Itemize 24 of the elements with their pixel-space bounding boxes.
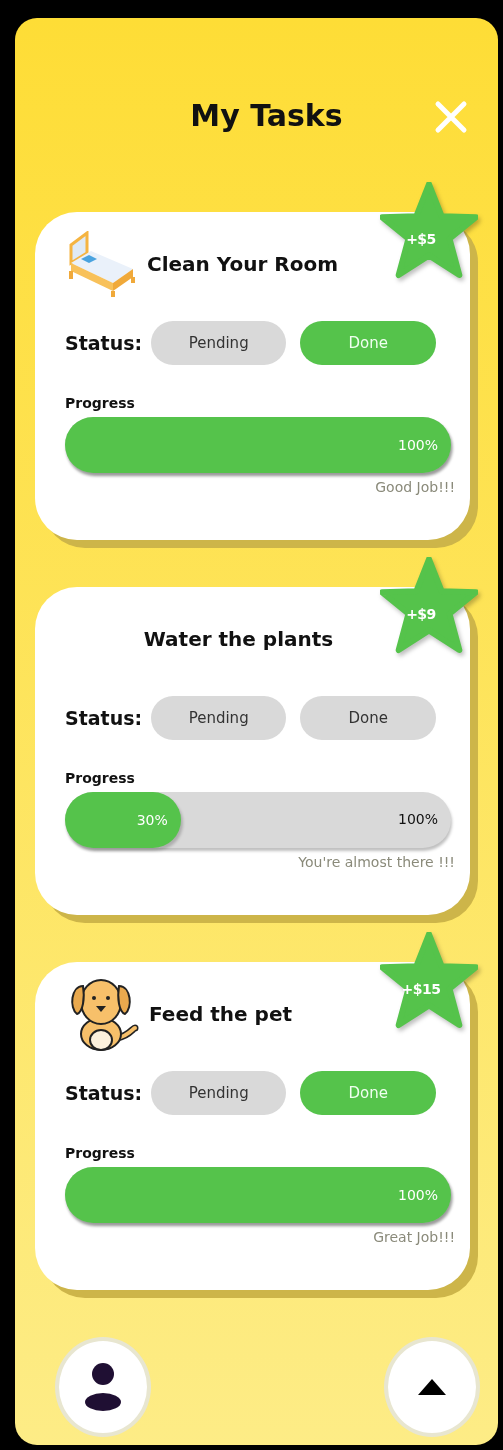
- progress-percent: 100%: [397, 1187, 438, 1203]
- encouragement-text: You're almost there !!!: [297, 854, 455, 870]
- task-title: Water the plants: [143, 627, 334, 651]
- status-label: Status:: [65, 707, 144, 729]
- encouragement-text: Good Job!!!: [374, 479, 455, 495]
- encouragement-text: Great Job!!!: [372, 1229, 455, 1245]
- status-button[interactable]: Pending: [150, 321, 287, 365]
- status-label: Status:: [65, 1082, 144, 1104]
- task-title: Feed the pet: [149, 1002, 293, 1026]
- task-title: Clean Your Room: [147, 252, 338, 276]
- progress-label: Progress: [65, 770, 136, 786]
- progress-percent: 30%: [136, 812, 168, 828]
- status-button[interactable]: Pending: [150, 696, 287, 740]
- reward-amount: +$15: [400, 981, 442, 997]
- reward-amount: +$9: [405, 606, 437, 622]
- status-label: Status:: [65, 332, 144, 354]
- status-button[interactable]: Done: [300, 696, 436, 740]
- reward-amount: +$5: [405, 231, 437, 247]
- status-button[interactable]: Pending: [150, 1071, 287, 1115]
- progress-label: Progress: [65, 1145, 136, 1161]
- page-title: My Tasks: [190, 97, 343, 133]
- progress-max: 100%: [397, 811, 438, 827]
- progress-percent: 100%: [397, 437, 438, 453]
- progress-label: Progress: [65, 395, 136, 411]
